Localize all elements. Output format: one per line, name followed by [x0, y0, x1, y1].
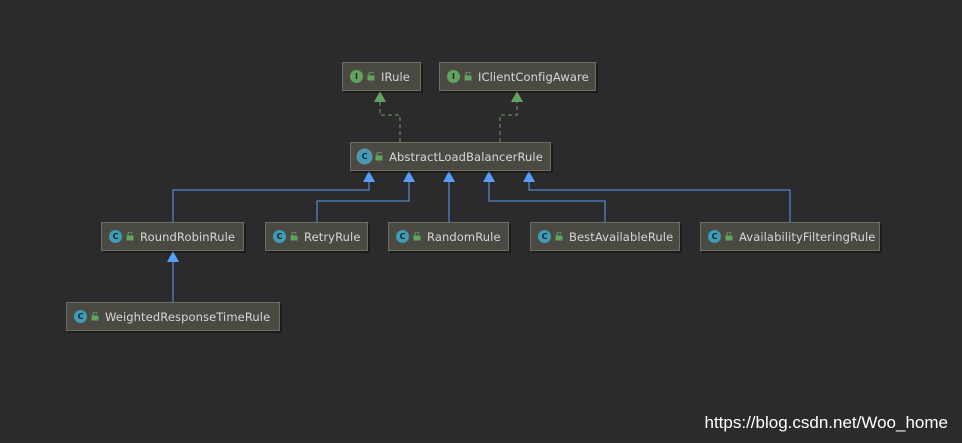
extends-edge-roundrobinrule	[172, 182, 370, 222]
class-label: RandomRule	[427, 229, 501, 244]
public-access-icon	[464, 72, 472, 81]
class-icon: C	[538, 230, 551, 243]
implements-arrowhead-irule	[374, 91, 386, 102]
watermark-text: https://blog.csdn.net/Woo_home	[704, 413, 948, 432]
public-access-icon	[375, 152, 383, 161]
class-label: AbstractLoadBalancerRule	[389, 149, 543, 164]
class-node-availabilityfilteringrule[interactable]: C AvailabilityFilteringRule	[700, 222, 880, 251]
extends-edge-retryrule	[316, 182, 410, 222]
interface-icon: I	[350, 70, 363, 83]
public-access-icon	[290, 232, 298, 241]
extends-arrowhead-6	[167, 251, 179, 262]
extends-arrowhead-5	[523, 171, 535, 182]
class-node-retryrule[interactable]: C RetryRule	[265, 222, 368, 251]
class-node-roundrobinrule[interactable]: C RoundRobinRule	[101, 222, 244, 251]
class-node-bestavailablerule[interactable]: C BestAvailableRule	[530, 222, 680, 251]
class-node-weightedresponsetimerule[interactable]: C WeightedResponseTimeRule	[66, 302, 280, 331]
abstract-class-icon: C	[358, 150, 371, 163]
extends-arrowhead-3	[443, 171, 455, 182]
class-label: WeightedResponseTimeRule	[105, 309, 271, 324]
class-icon: C	[396, 230, 409, 243]
class-label: IRule	[381, 69, 410, 84]
class-label: IClientConfigAware	[478, 69, 589, 84]
public-access-icon	[413, 232, 421, 241]
extends-edge-availabilityfilteringrule	[528, 182, 791, 222]
interface-icon: I	[447, 70, 460, 83]
class-node-irule[interactable]: I IRule	[342, 62, 421, 91]
public-access-icon	[91, 312, 99, 321]
class-node-abstractloadbalancerrule[interactable]: C AbstractLoadBalancerRule	[350, 142, 551, 171]
public-access-icon	[555, 232, 563, 241]
class-label: RetryRule	[304, 229, 361, 244]
class-node-randomrule[interactable]: C RandomRule	[388, 222, 509, 251]
implements-edge-irule	[379, 101, 401, 142]
class-label: BestAvailableRule	[569, 229, 674, 244]
class-node-iclientconfigaware[interactable]: I IClientConfigAware	[439, 62, 596, 91]
public-access-icon	[367, 72, 375, 81]
public-access-icon	[126, 232, 134, 241]
class-icon: C	[74, 310, 87, 323]
public-access-icon	[725, 232, 733, 241]
implements-arrowhead-iclientconfigaware	[511, 91, 523, 102]
extends-arrowhead-4	[483, 171, 495, 182]
extends-edge-bestavailablerule	[488, 182, 606, 222]
class-label: RoundRobinRule	[140, 229, 236, 244]
class-icon: C	[109, 230, 122, 243]
class-icon: C	[708, 230, 721, 243]
class-label: AvailabilityFilteringRule	[739, 229, 876, 244]
implements-edge-iclientconfigaware	[499, 101, 518, 142]
extends-arrowhead-2	[403, 171, 415, 182]
class-icon: C	[273, 230, 286, 243]
extends-arrowhead-1	[363, 171, 375, 182]
